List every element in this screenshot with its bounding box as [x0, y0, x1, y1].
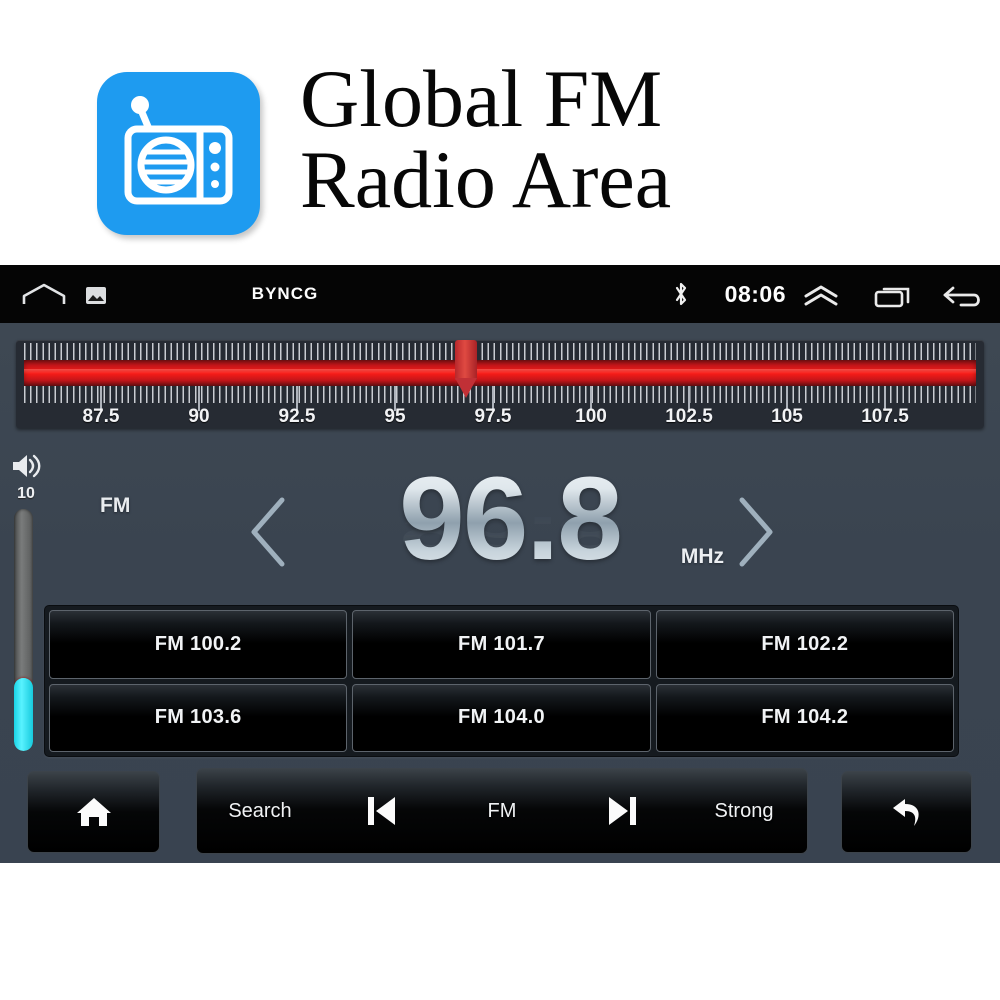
chevron-right-icon[interactable] [732, 495, 778, 569]
app-screenshot: Global FM Radio Area BYNCG 08:06 87.5 90… [0, 0, 1000, 1000]
back-button[interactable] [841, 771, 972, 853]
dial-label: 87.5 [82, 406, 120, 427]
promo-banner: Global FM Radio Area [0, 0, 1000, 265]
band-toggle-button[interactable]: FM [459, 800, 545, 823]
search-button[interactable]: Search [217, 800, 303, 823]
tuner-needle[interactable] [454, 340, 477, 398]
tuner-dial[interactable]: 87.5 90 92.5 95 97.5 100 102.5 105 107.5 [16, 340, 984, 428]
dial-label: 102.5 [665, 406, 713, 427]
dial-ticks-top [24, 343, 976, 360]
volume-slider[interactable] [14, 509, 33, 751]
radio-panel: 87.5 90 92.5 95 97.5 100 102.5 105 107.5 10 FM [0, 323, 1000, 863]
banner-title: Global FM Radio Area [300, 53, 940, 226]
preset-label: FM 100.2 [154, 632, 242, 655]
undo-arrow-icon [892, 799, 919, 826]
dial-scale-labels: 87.5 90 92.5 95 97.5 100 102.5 105 107.5 [16, 406, 984, 428]
dial-red-band [24, 360, 976, 386]
back-arrow-icon[interactable] [941, 283, 985, 309]
dial-label: 105 [771, 406, 803, 427]
band-label: FM [100, 494, 131, 517]
status-brand-label: BYNCG [251, 284, 319, 303]
strong-button[interactable]: Strong [701, 800, 787, 823]
bluetooth-icon [672, 281, 690, 307]
preset-button[interactable]: FM 103.6 [49, 683, 348, 752]
skip-previous-icon[interactable] [364, 793, 398, 829]
dial-label: 107.5 [861, 406, 909, 427]
volume-slider-fill [14, 678, 33, 751]
preset-button[interactable]: FM 102.2 [655, 610, 954, 679]
frequency-display: 96.8 96.8 MHz [220, 453, 800, 603]
dial-label: 92.5 [278, 406, 316, 427]
dial-label: 95 [384, 406, 406, 427]
home-button[interactable] [27, 771, 160, 853]
frequency-value: 96.8 [220, 449, 800, 591]
preset-label: FM 102.2 [761, 632, 849, 655]
speaker-volume-icon[interactable] [10, 451, 42, 481]
dial-label: 90 [188, 406, 210, 427]
preset-label: FM 104.0 [458, 706, 545, 729]
preset-button[interactable]: FM 100.2 [49, 610, 348, 679]
home-filled-icon [76, 798, 111, 826]
preset-label: FM 104.2 [761, 706, 849, 729]
preset-button[interactable]: FM 104.2 [655, 683, 954, 752]
preset-button[interactable]: FM 104.0 [352, 683, 651, 752]
dial-label: 97.5 [474, 406, 512, 427]
volume-value: 10 [17, 485, 35, 502]
preset-grid: FM 100.2 FM 101.7 FM 102.2 FM 103.6 FM 104.0… [44, 605, 959, 757]
footer-whitespace [0, 863, 1000, 1000]
radio-app-icon [97, 72, 260, 235]
status-clock: 08:06 [724, 280, 786, 307]
skip-next-icon[interactable] [606, 793, 640, 829]
recent-apps-icon[interactable] [874, 284, 916, 308]
banner-title-line2: Radio Area [300, 134, 672, 226]
preset-label: FM 103.6 [154, 706, 242, 729]
frequency-unit: MHz [680, 545, 724, 568]
preset-button[interactable]: FM 101.7 [352, 610, 651, 679]
dial-label: 100 [575, 406, 607, 427]
android-status-bar: BYNCG 08:06 [0, 265, 1000, 323]
chevron-up-double-icon[interactable] [802, 284, 840, 306]
banner-title-line1: Global FM [300, 53, 663, 144]
transport-toolbar: Search FM Strong [196, 768, 808, 854]
preset-label: FM 101.7 [458, 632, 545, 655]
